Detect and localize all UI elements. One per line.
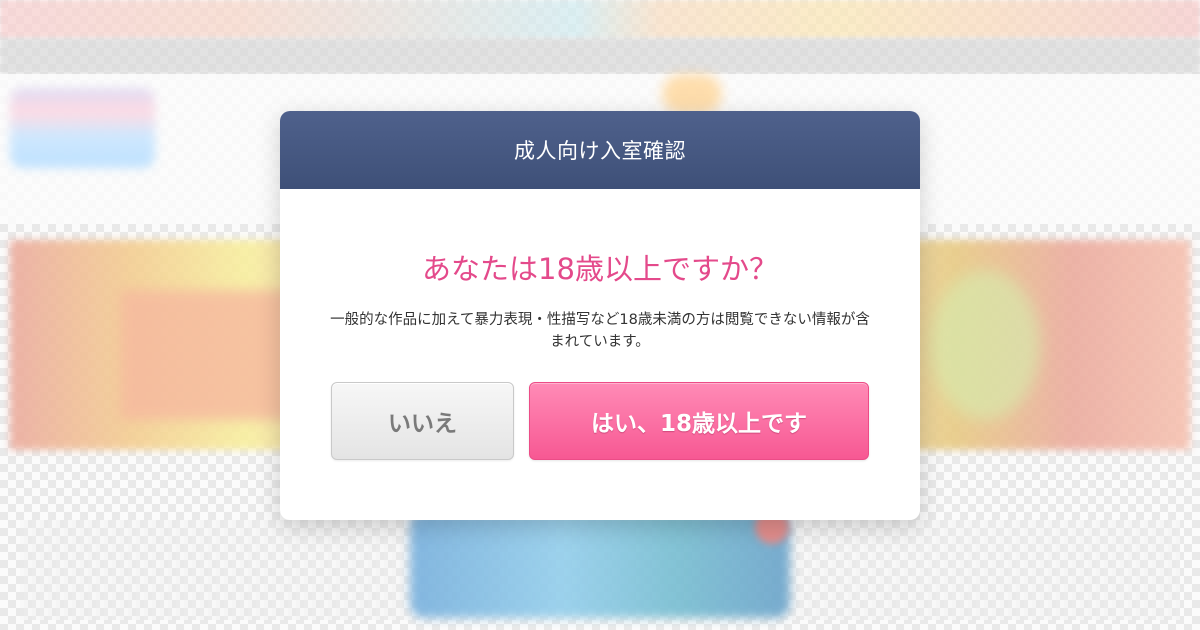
content-warning-text: 一般的な作品に加えて暴力表現・性描写など18歳未満の方は閲覧できない情報が含まれ… bbox=[330, 312, 870, 350]
yes-button-label: はい、18歳以上です bbox=[590, 411, 807, 437]
age-question: あなたは18歳以上ですか？ bbox=[422, 252, 778, 286]
dialog-title: 成人向け入室確認 bbox=[514, 139, 686, 163]
dialog-header: 成人向け入室確認 bbox=[280, 111, 920, 189]
age-confirmation-dialog: 成人向け入室確認 あなたは18歳以上ですか？ 一般的な作品に加えて暴力表現・性描… bbox=[280, 111, 920, 520]
dialog-body: あなたは18歳以上ですか？ 一般的な作品に加えて暴力表現・性描写など18歳未満の… bbox=[280, 189, 920, 353]
age-verification-page: 成人向け入室確認 あなたは18歳以上ですか？ 一般的な作品に加えて暴力表現・性描… bbox=[0, 0, 1200, 630]
no-button-label: いいえ bbox=[388, 411, 457, 437]
no-button[interactable]: いいえ bbox=[331, 382, 514, 460]
dialog-buttons: いいえ はい、18歳以上です bbox=[331, 382, 869, 460]
yes-over-18-button[interactable]: はい、18歳以上です bbox=[529, 382, 869, 460]
